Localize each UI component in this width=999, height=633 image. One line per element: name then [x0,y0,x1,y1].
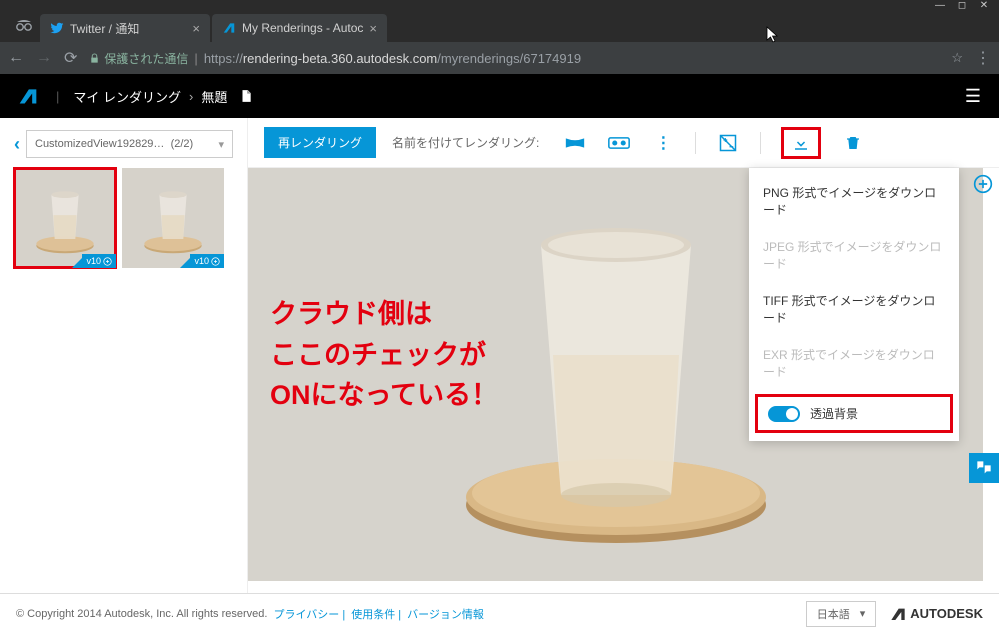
annotation-text: クラウド側は ここのチェックが ONになっている！ [270,294,498,416]
autodesk-logo-icon[interactable] [18,86,38,106]
breadcrumb-root[interactable]: マイ レンダリング [73,87,181,106]
toggle-label: 透過背景 [810,405,858,422]
download-jpeg: JPEG 形式でイメージをダウンロード [749,228,959,282]
thumbnail-1[interactable]: v10 [14,168,116,268]
forward-button[interactable]: → [36,49,52,67]
browser-tab-autodesk[interactable]: My Renderings - Autoc × [212,14,387,42]
document-icon [239,89,253,103]
transparent-bg-toggle-row[interactable]: 透過背景 [755,394,953,433]
incognito-icon [8,18,40,35]
add-button[interactable] [973,174,993,199]
back-button[interactable]: ← [8,49,24,67]
browser-tab-bar: Twitter / 通知 × My Renderings - Autoc × [0,10,999,42]
toolbar: 再レンダリング 名前を付けてレンダリング: ⋮ [248,118,999,168]
language-select[interactable]: 日本語 ▾ [806,601,877,627]
saveas-label: 名前を付けてレンダリング: [392,134,539,151]
footer: © Copyright 2014 Autodesk, Inc. All righ… [0,593,999,633]
tab-title: Twitter / 通知 [70,20,186,37]
footer-link-privacy[interactable]: プライバシー [274,609,340,621]
browser-menu-icon[interactable]: ⋮ [975,48,991,68]
copyright-text: © Copyright 2014 Autodesk, Inc. All righ… [16,608,267,620]
window-controls: — ◻ ✕ [0,0,999,10]
toggle-switch[interactable] [768,406,800,422]
maximize-button[interactable]: ◻ [951,0,973,10]
version-badge: v10 [82,254,116,268]
more-icon[interactable]: ⋮ [651,131,675,155]
sidebar: ‹ CustomizedView192829… (2/2) ▾ v10 v10 [0,118,248,593]
close-tab-icon[interactable]: × [192,21,200,36]
breadcrumb-current: 無題 [201,87,227,106]
download-exr: EXR 形式でイメージをダウンロード [749,336,959,390]
exposure-icon[interactable] [716,131,740,155]
autodesk-brand: AUTODESK [890,606,983,622]
download-menu: PNG 形式でイメージをダウンロード JPEG 形式でイメージをダウンロード T… [749,168,959,441]
breadcrumb: マイ レンダリング › 無題 [73,87,253,106]
feedback-button[interactable] [969,453,999,483]
address-bar: ← → ⟳ 保護された通信 | https://rendering-beta.3… [0,42,999,74]
download-png[interactable]: PNG 形式でイメージをダウンロード [749,174,959,228]
close-window-button[interactable]: ✕ [973,0,995,10]
star-icon[interactable]: ☆ [951,50,963,66]
browser-tab-twitter[interactable]: Twitter / 通知 × [40,14,210,42]
minimize-button[interactable]: — [929,0,951,10]
thumbnail-2[interactable]: v10 [122,168,224,268]
chevron-down-icon: ▾ [218,138,224,151]
back-arrow-icon[interactable]: ‹ [14,134,20,155]
footer-link-terms[interactable]: 使用条件 [351,609,395,621]
reload-button[interactable]: ⟳ [64,48,77,68]
lock-icon [89,53,100,64]
download-button[interactable] [781,127,821,159]
delete-button[interactable] [841,131,865,155]
url-field[interactable]: 保護された通信 | https://rendering-beta.360.aut… [89,50,939,67]
chevron-down-icon: ▾ [860,607,866,620]
view-dropdown[interactable]: CustomizedView192829… (2/2) ▾ [26,130,233,158]
panorama-icon[interactable] [563,131,587,155]
hamburger-menu-icon[interactable]: ☰ [965,86,981,107]
stereo-icon[interactable] [607,131,631,155]
chevron-right-icon: › [189,89,193,104]
version-badge: v10 [190,254,224,268]
rerender-button[interactable]: 再レンダリング [264,127,376,158]
tab-title: My Renderings - Autoc [242,21,363,35]
secure-badge: 保護された通信 [89,50,188,67]
twitter-icon [50,21,64,35]
download-icon [792,134,810,152]
close-tab-icon[interactable]: × [369,21,377,36]
download-tiff[interactable]: TIFF 形式でイメージをダウンロード [749,282,959,336]
app-header: | マイ レンダリング › 無題 ☰ [0,74,999,118]
footer-link-version[interactable]: バージョン情報 [407,609,484,621]
autodesk-icon [222,21,236,35]
